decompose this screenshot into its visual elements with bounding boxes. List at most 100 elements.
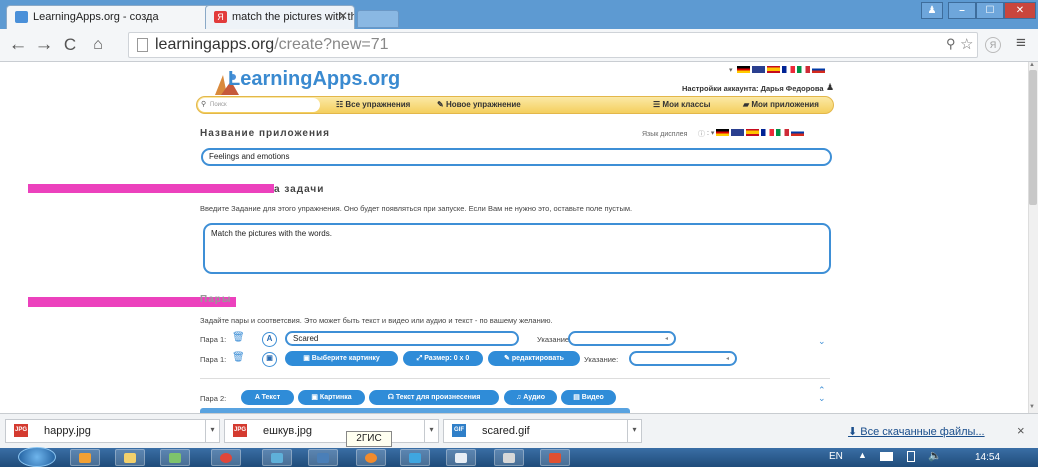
- pair2-text-button[interactable]: A Текст: [241, 390, 294, 405]
- forward-icon[interactable]: →: [32, 33, 56, 57]
- jpg-file-icon: JPG: [233, 424, 247, 437]
- hint-label: Указание:: [537, 335, 572, 344]
- network-icon[interactable]: [880, 452, 893, 461]
- app-name-input[interactable]: Feelings and emotions: [201, 148, 832, 166]
- flag-uk-icon[interactable]: [731, 129, 745, 136]
- reload-icon[interactable]: C: [58, 33, 82, 57]
- flag-fr-icon[interactable]: [761, 129, 775, 136]
- search-placeholder: Поиск: [210, 102, 227, 108]
- text-mode-icon[interactable]: A: [262, 332, 277, 347]
- taskbar-users-icon[interactable]: [160, 449, 190, 466]
- flag-es-icon[interactable]: [746, 129, 760, 136]
- trash-icon[interactable]: 🗑: [232, 352, 245, 363]
- collapse-icon[interactable]: ⌄: [818, 336, 826, 347]
- pair1-hint-input[interactable]: ◂: [568, 331, 676, 346]
- chevron-down-icon[interactable]: ▾: [424, 419, 438, 443]
- nav-all-exercises[interactable]: ☷ Все упражнения: [336, 100, 410, 109]
- scroll-up-icon[interactable]: ▲: [1029, 62, 1035, 68]
- flag-de-icon[interactable]: [736, 66, 750, 73]
- scrollbar-thumb[interactable]: [1029, 70, 1037, 205]
- speaker-icon[interactable]: ◂: [665, 335, 668, 342]
- scroll-down-icon[interactable]: ▼: [1029, 404, 1035, 410]
- flag-ru-icon[interactable]: [791, 129, 805, 136]
- pair1-text-input[interactable]: Scared: [285, 331, 519, 346]
- button-label: Выберите картинку: [311, 355, 380, 362]
- reorder-icon[interactable]: ⌃ ⌄: [818, 386, 826, 403]
- site-search-input[interactable]: ⚲ Поиск: [198, 98, 320, 112]
- download-item[interactable]: JPG happy.jpg ▾: [5, 419, 220, 443]
- zoom-icon[interactable]: ⚲: [946, 36, 956, 52]
- flag-it-icon[interactable]: [796, 66, 810, 73]
- language-indicator[interactable]: EN: [829, 451, 843, 462]
- dropdown-icon[interactable]: ▾: [729, 66, 733, 74]
- size-button[interactable]: ⤢ Размер: 0 x 0: [403, 351, 483, 366]
- url-path: /create?new=71: [274, 36, 389, 53]
- chevron-down-icon[interactable]: ▾: [205, 419, 219, 443]
- flag-uk-icon[interactable]: [751, 66, 765, 73]
- taskbar-paint-icon[interactable]: [262, 449, 292, 466]
- edit-button[interactable]: ✎ редактировать: [488, 351, 580, 366]
- image-mode-icon[interactable]: ▣: [262, 352, 277, 367]
- close-downloads-icon[interactable]: ×: [1017, 423, 1025, 438]
- taskbar-document-icon[interactable]: [446, 449, 476, 466]
- dropdown-icon[interactable]: : ▾: [707, 129, 714, 139]
- pair2-audio-button[interactable]: ♫ Аудио: [504, 390, 557, 405]
- user-icon[interactable]: ♟: [921, 2, 943, 19]
- home-icon[interactable]: ⌂: [86, 33, 110, 57]
- site-logo[interactable]: LearningApps.org: [228, 68, 400, 91]
- clock[interactable]: 14:54: [975, 452, 1000, 463]
- flag-ru-icon[interactable]: [811, 66, 825, 73]
- star-icon[interactable]: ☆: [960, 35, 973, 53]
- maximize-button[interactable]: ☐: [976, 2, 1004, 19]
- redaction-mark: [28, 184, 274, 193]
- flag-de-icon[interactable]: [716, 129, 730, 136]
- taskbar-chrome-icon[interactable]: [211, 449, 241, 466]
- pair2-picture-button[interactable]: ▣ Картинка: [298, 390, 365, 405]
- info-icon[interactable]: ⓘ: [698, 129, 705, 139]
- pair2-speech-button[interactable]: ☊ Текст для произнесения: [369, 390, 499, 405]
- close-window-button[interactable]: ✕: [1004, 2, 1036, 19]
- new-tab-button[interactable]: [357, 10, 399, 28]
- flag-es-icon[interactable]: [766, 66, 780, 73]
- nav-new-exercise[interactable]: ✎ Новое упражнение: [437, 100, 521, 109]
- menu-icon[interactable]: ≡: [1016, 33, 1026, 53]
- chevron-down-icon[interactable]: ▾: [627, 419, 641, 443]
- taskbar-2gis-icon[interactable]: [356, 449, 386, 466]
- nav-my-apps[interactable]: ▰ Мои приложения: [743, 100, 819, 109]
- pair2-video-button[interactable]: ▤ Видео: [561, 390, 616, 405]
- flag-it-icon[interactable]: [776, 129, 790, 136]
- download-item[interactable]: GIF scared.gif ▾: [443, 419, 642, 443]
- minimize-button[interactable]: ⎯: [948, 2, 976, 19]
- choose-picture-button[interactable]: ▣ Выберите картинку: [285, 351, 398, 366]
- flag-fr-icon[interactable]: [781, 66, 795, 73]
- app-name-heading: Название приложения: [200, 128, 331, 139]
- button-label: Аудио: [523, 394, 545, 401]
- tab-yandex[interactable]: Я match the pictures with th ✕: [205, 5, 355, 29]
- address-bar[interactable]: learningapps.org/create?new=71: [128, 32, 978, 58]
- taskbar-media-icon[interactable]: [70, 449, 100, 466]
- account-settings-link[interactable]: Настройки аккаунта: Дарья Федорова: [682, 84, 824, 93]
- yandex-extension-icon[interactable]: Я: [985, 37, 1001, 53]
- nav-my-classes[interactable]: ☰ Мои классы: [653, 100, 710, 109]
- pair1b-label: Пара 1:: [200, 355, 227, 364]
- taskbar-pdf-icon[interactable]: [540, 449, 570, 466]
- task-textarea[interactable]: Match the pictures with the words.: [203, 223, 831, 274]
- tray-expand-icon[interactable]: ▲: [858, 450, 867, 460]
- back-icon[interactable]: ←: [6, 33, 30, 57]
- trash-icon[interactable]: 🗑: [232, 332, 245, 343]
- taskbar-app-icon[interactable]: [308, 449, 338, 466]
- tab-learningapps[interactable]: LearningApps.org - созда ✕: [6, 5, 223, 29]
- download-filename: happy.jpg: [44, 425, 91, 437]
- battery-icon[interactable]: [907, 451, 915, 462]
- all-downloads-link[interactable]: ⬇ Все скачанные файлы...: [848, 425, 985, 438]
- taskbar-explorer-icon[interactable]: [115, 449, 145, 466]
- close-tab-icon[interactable]: ✕: [338, 9, 348, 23]
- download-item[interactable]: JPG ешкув.jpg ▾: [224, 419, 439, 443]
- volume-icon[interactable]: 🔈: [928, 449, 942, 462]
- taskbar-calendar-icon[interactable]: [494, 449, 524, 466]
- start-button[interactable]: [18, 447, 56, 467]
- favicon-icon: [15, 11, 28, 23]
- taskbar-player-icon[interactable]: [400, 449, 430, 466]
- speaker-icon[interactable]: ◂: [726, 355, 729, 362]
- pair1b-hint-input[interactable]: ◂: [629, 351, 737, 366]
